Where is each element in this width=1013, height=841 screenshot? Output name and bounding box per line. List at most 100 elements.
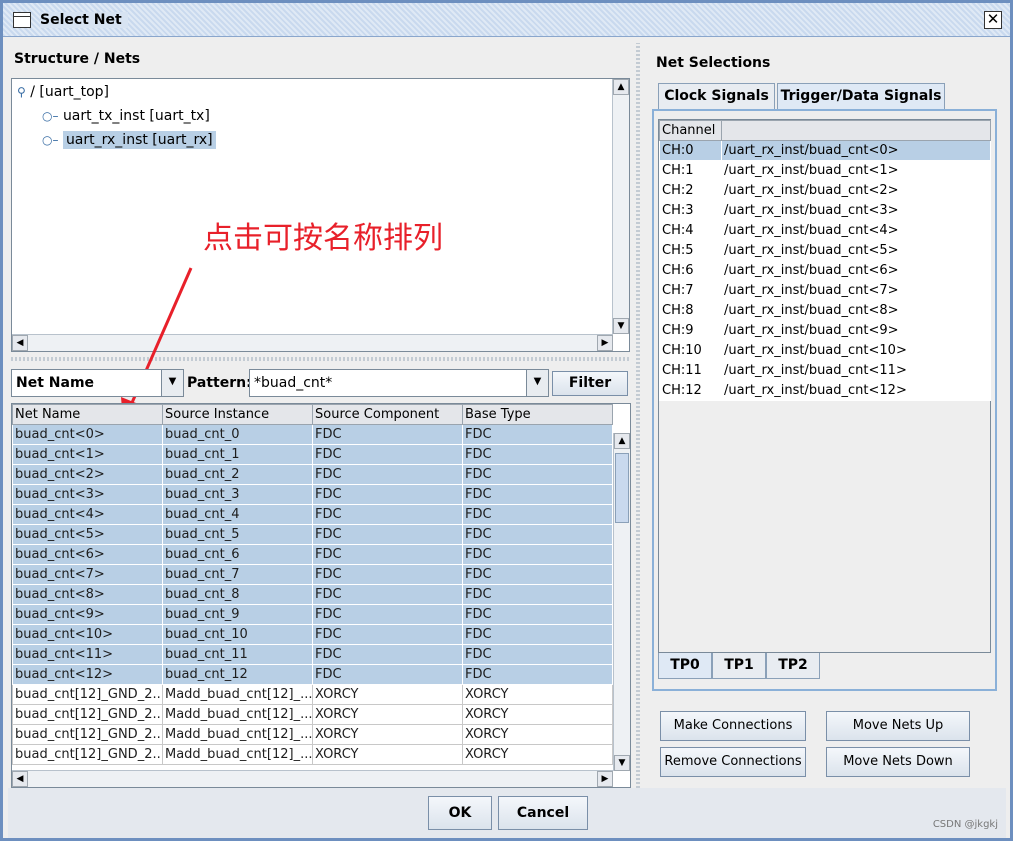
column-header-base-type[interactable]: Base Type: [462, 404, 613, 425]
table-cell: FDC: [312, 504, 463, 525]
table-cell: FDC: [462, 624, 613, 645]
select-net-dialog: Select Net ✕ Structure / Nets ⚲ / [uart_…: [0, 0, 1013, 841]
channel-row[interactable]: CH:4/uart_rx_inst/buad_cnt<4>: [659, 220, 991, 241]
scroll-down-icon[interactable]: ▼: [613, 318, 629, 334]
channel-net: /uart_rx_inst/buad_cnt<8>: [721, 300, 991, 321]
ok-button[interactable]: OK: [428, 796, 492, 830]
table-row[interactable]: buad_cnt<4> buad_cnt_4 FDC FDC: [12, 504, 613, 525]
table-row[interactable]: buad_cnt[12]_GND_2... Madd_buad_cnt[12]_.…: [12, 704, 613, 725]
table-cell: FDC: [312, 424, 463, 445]
chevron-down-icon[interactable]: ▼: [526, 370, 548, 396]
scroll-right-icon[interactable]: ▶: [597, 771, 613, 787]
table-cell: buad_cnt_0: [162, 424, 313, 445]
table-row[interactable]: buad_cnt[12]_GND_2... Madd_buad_cnt[12]_.…: [12, 684, 613, 705]
channel-row[interactable]: CH:8/uart_rx_inst/buad_cnt<8>: [659, 300, 991, 321]
tree-item-uart-tx[interactable]: ○– uart_tx_inst [uart_tx]: [42, 108, 210, 124]
column-header-net-name[interactable]: Net Name: [12, 404, 163, 425]
table-row[interactable]: buad_cnt<6> buad_cnt_6 FDC FDC: [12, 544, 613, 565]
tab-tp0[interactable]: TP0: [658, 653, 712, 679]
table-cell: FDC: [462, 644, 613, 665]
close-icon[interactable]: ✕: [984, 11, 1002, 29]
annotation-arrow: [121, 267, 193, 421]
column-header-net[interactable]: [721, 120, 991, 141]
pattern-input[interactable]: *buad_cnt* ▼: [249, 369, 549, 397]
channel-row[interactable]: CH:3/uart_rx_inst/buad_cnt<3>: [659, 200, 991, 221]
cancel-button[interactable]: Cancel: [498, 796, 588, 830]
filter-button[interactable]: Filter: [552, 371, 628, 396]
move-nets-down-button[interactable]: Move Nets Down: [826, 747, 970, 777]
move-nets-up-button[interactable]: Move Nets Up: [826, 711, 970, 741]
channel-id: CH:12: [659, 380, 722, 401]
tab-trigger-data-signals[interactable]: Trigger/Data Signals: [777, 83, 945, 109]
table-row[interactable]: buad_cnt<9> buad_cnt_9 FDC FDC: [12, 604, 613, 625]
channel-id: CH:7: [659, 280, 722, 301]
tree-item-root[interactable]: ⚲ / [uart_top]: [17, 84, 109, 100]
table-row[interactable]: buad_cnt<11> buad_cnt_11 FDC FDC: [12, 644, 613, 665]
tree-vertical-scrollbar[interactable]: ▲ ▼: [612, 79, 629, 334]
scroll-right-icon[interactable]: ▶: [597, 335, 613, 351]
scroll-up-icon[interactable]: ▲: [613, 79, 629, 95]
column-header-source-component[interactable]: Source Component: [312, 404, 463, 425]
scroll-left-icon[interactable]: ◀: [12, 771, 28, 787]
table-cell: buad_cnt<8>: [12, 584, 163, 605]
channel-row[interactable]: CH:10/uart_rx_inst/buad_cnt<10>: [659, 340, 991, 361]
splitter-vertical[interactable]: [636, 43, 640, 788]
channel-id: CH:2: [659, 180, 722, 201]
table-row[interactable]: buad_cnt<8> buad_cnt_8 FDC FDC: [12, 584, 613, 605]
splitter-horizontal[interactable]: [11, 357, 631, 361]
channel-net: /uart_rx_inst/buad_cnt<3>: [721, 200, 991, 221]
table-row[interactable]: buad_cnt<0> buad_cnt_0 FDC FDC: [12, 424, 613, 445]
tree-horizontal-scrollbar[interactable]: ◀ ▶: [12, 334, 613, 351]
table-cell: buad_cnt<6>: [12, 544, 163, 565]
table-row[interactable]: buad_cnt<5> buad_cnt_5 FDC FDC: [12, 524, 613, 545]
table-cell: buad_cnt_5: [162, 524, 313, 545]
table-row[interactable]: buad_cnt<12> buad_cnt_12 FDC FDC: [12, 664, 613, 685]
watermark: CSDN @jkgkj: [932, 819, 998, 830]
channel-row[interactable]: CH:9/uart_rx_inst/buad_cnt<9>: [659, 320, 991, 341]
table-cell: FDC: [312, 444, 463, 465]
table-row[interactable]: buad_cnt[12]_GND_2... Madd_buad_cnt[12]_.…: [12, 724, 613, 745]
channel-row[interactable]: CH:12/uart_rx_inst/buad_cnt<12>: [659, 380, 991, 401]
table-row[interactable]: buad_cnt<7> buad_cnt_7 FDC FDC: [12, 564, 613, 585]
scroll-left-icon[interactable]: ◀: [12, 335, 28, 351]
title-bar[interactable]: Select Net ✕: [3, 3, 1010, 37]
table-cell: buad_cnt_11: [162, 644, 313, 665]
channel-row[interactable]: CH:1/uart_rx_inst/buad_cnt<1>: [659, 160, 991, 181]
channel-row[interactable]: CH:0/uart_rx_inst/buad_cnt<0>: [659, 140, 991, 161]
remove-connections-button[interactable]: Remove Connections: [660, 747, 806, 777]
tab-tp1[interactable]: TP1: [712, 653, 766, 679]
channel-row[interactable]: CH:5/uart_rx_inst/buad_cnt<5>: [659, 240, 991, 261]
table-cell: FDC: [312, 464, 463, 485]
channel-row[interactable]: CH:6/uart_rx_inst/buad_cnt<6>: [659, 260, 991, 281]
table-cell: FDC: [312, 544, 463, 565]
filter-column-value: Net Name: [16, 375, 95, 391]
channel-row[interactable]: CH:11/uart_rx_inst/buad_cnt<11>: [659, 360, 991, 381]
nets-vertical-scrollbar[interactable]: ▲ ▼: [613, 433, 630, 771]
make-connections-button[interactable]: Make Connections: [660, 711, 806, 741]
scroll-thumb[interactable]: [615, 453, 629, 523]
table-cell: FDC: [462, 604, 613, 625]
table-row[interactable]: buad_cnt<10> buad_cnt_10 FDC FDC: [12, 624, 613, 645]
tree-item-uart-rx[interactable]: ○– uart_rx_inst [uart_rx]: [42, 131, 216, 149]
tree-leaf-icon: ○–: [42, 133, 59, 147]
table-row[interactable]: buad_cnt<2> buad_cnt_2 FDC FDC: [12, 464, 613, 485]
table-cell: buad_cnt<1>: [12, 444, 163, 465]
filter-column-select[interactable]: Net Name ▼: [11, 369, 184, 397]
table-cell: buad_cnt<5>: [12, 524, 163, 545]
channel-row[interactable]: CH:7/uart_rx_inst/buad_cnt<7>: [659, 280, 991, 301]
tab-tp2[interactable]: TP2: [766, 653, 820, 679]
scroll-down-icon[interactable]: ▼: [614, 755, 630, 771]
table-cell: FDC: [462, 544, 613, 565]
chevron-down-icon[interactable]: ▼: [161, 370, 183, 396]
table-row[interactable]: buad_cnt<1> buad_cnt_1 FDC FDC: [12, 444, 613, 465]
table-row[interactable]: buad_cnt[12]_GND_2... Madd_buad_cnt[12]_.…: [12, 744, 613, 765]
table-cell: FDC: [312, 564, 463, 585]
column-header-source-instance[interactable]: Source Instance: [162, 404, 313, 425]
nets-table-container: Net Name Source Instance Source Componen…: [11, 403, 631, 788]
tab-clock-signals[interactable]: Clock Signals: [658, 83, 775, 109]
nets-horizontal-scrollbar[interactable]: ◀ ▶: [12, 770, 613, 787]
column-header-channel[interactable]: Channel: [659, 120, 722, 141]
scroll-up-icon[interactable]: ▲: [614, 433, 630, 449]
channel-row[interactable]: CH:2/uart_rx_inst/buad_cnt<2>: [659, 180, 991, 201]
table-row[interactable]: buad_cnt<3> buad_cnt_3 FDC FDC: [12, 484, 613, 505]
